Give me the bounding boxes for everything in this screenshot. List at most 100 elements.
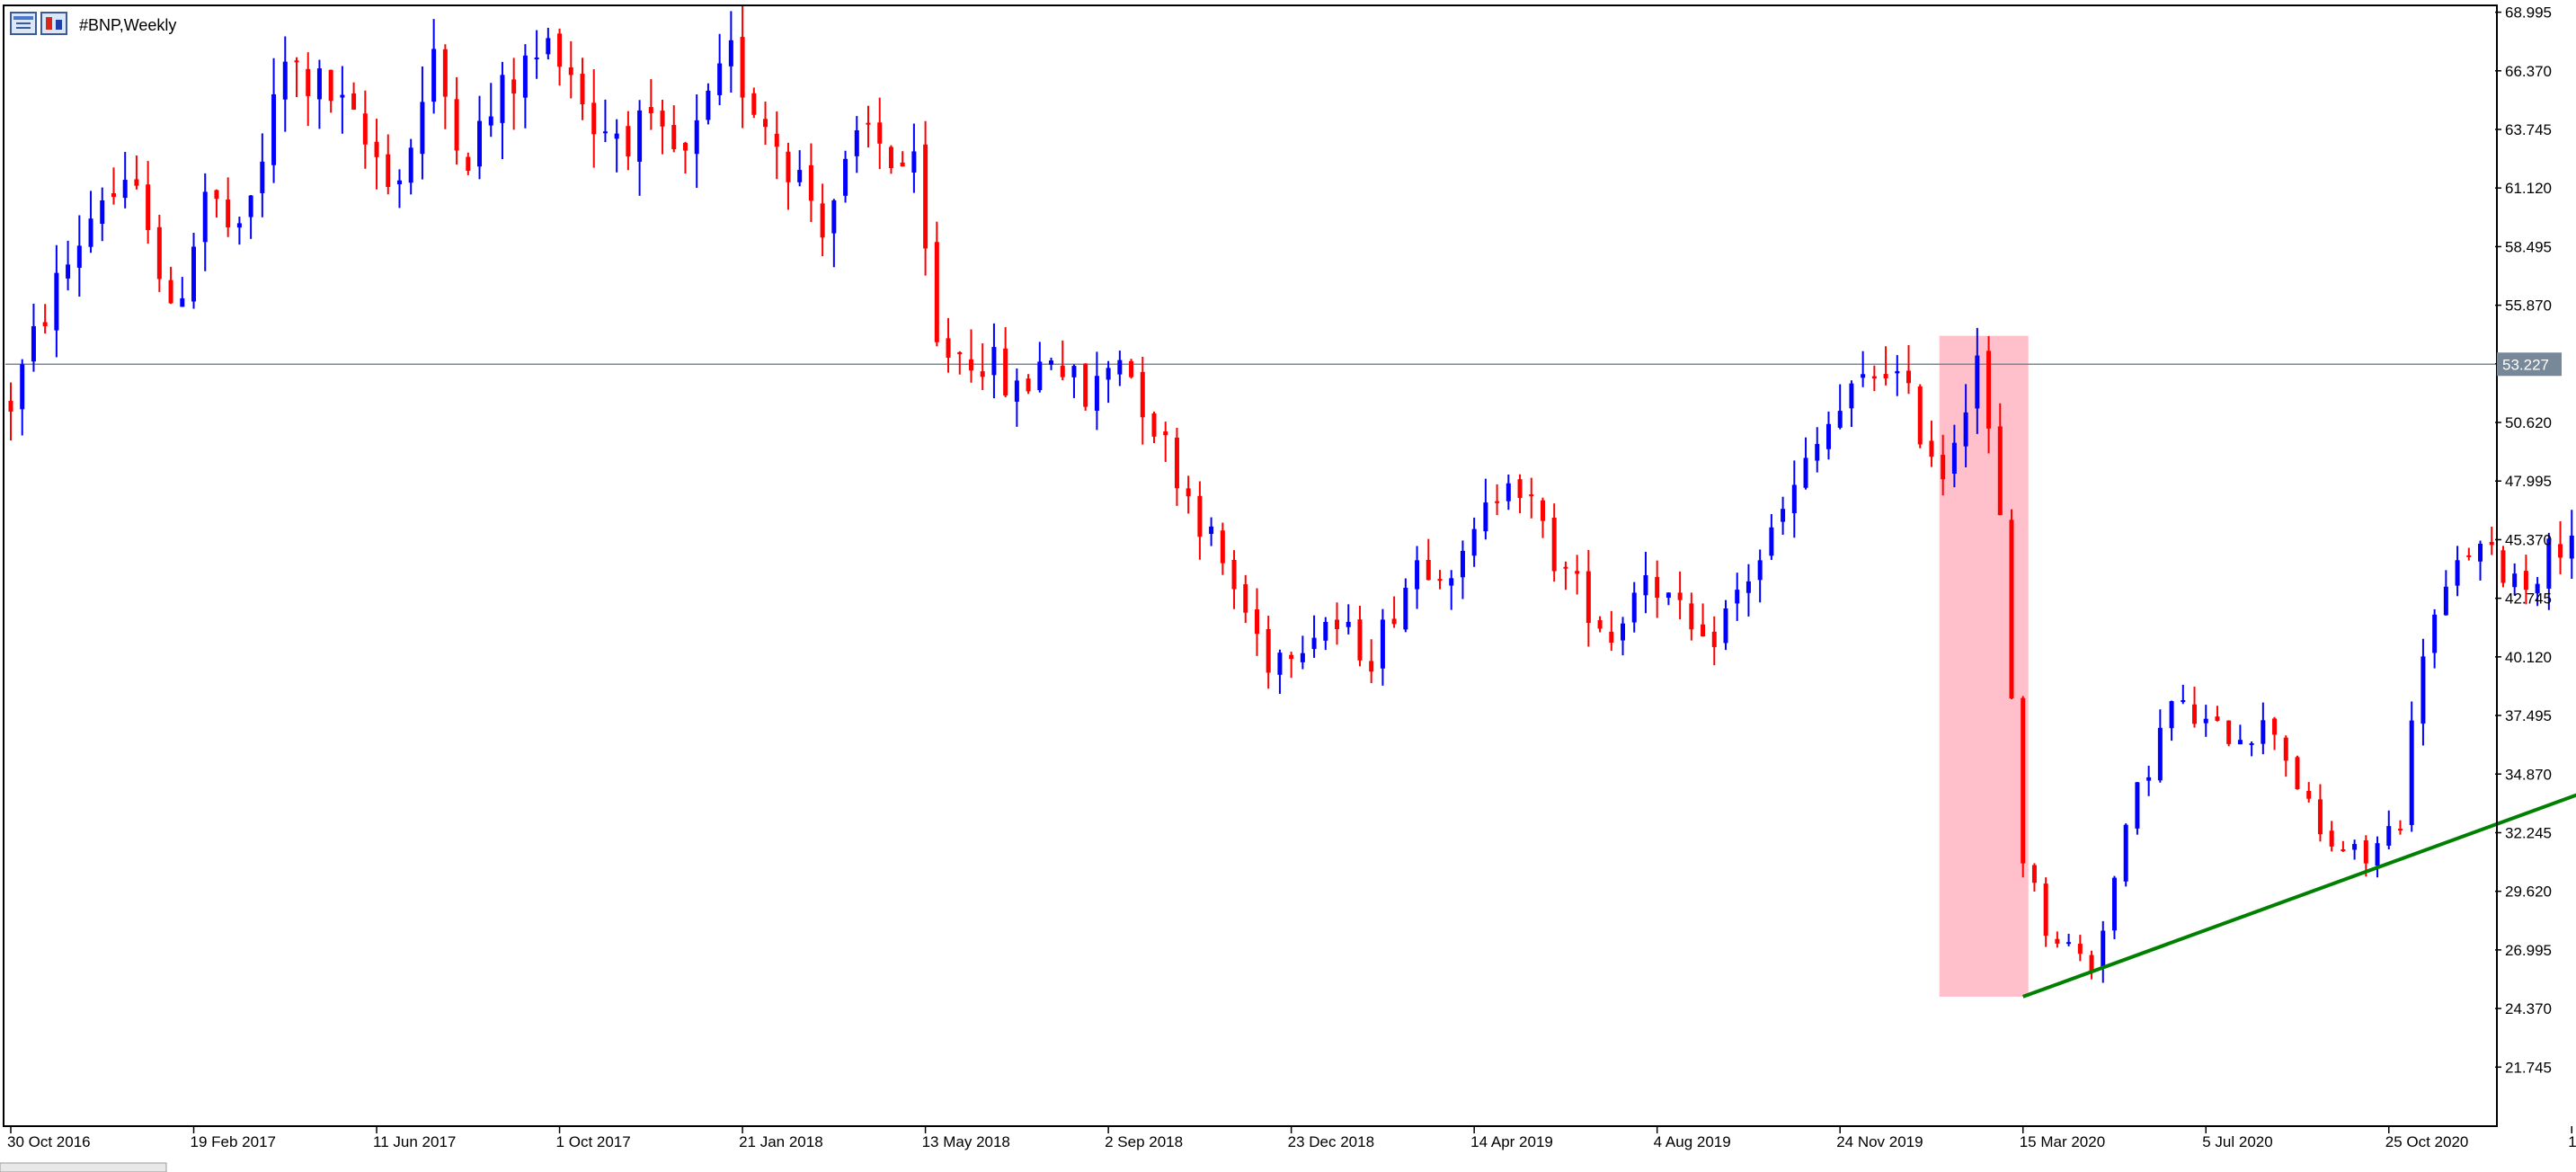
candle-body [31, 325, 36, 362]
candle-body [1757, 560, 1763, 581]
candle-body [386, 154, 391, 188]
candle-body [1745, 581, 1751, 593]
chart-header: #BNP,Weekly [10, 12, 176, 35]
x-tick-label: 14 Apr 2019 [1470, 1133, 1553, 1150]
y-tick-label: 63.745 [2505, 121, 2552, 138]
candle-body [1643, 574, 1648, 596]
candle-body [2203, 718, 2208, 724]
candle-body [282, 61, 288, 100]
candle-body [2043, 883, 2048, 937]
candle-body [1415, 560, 1420, 590]
candle-body [2009, 519, 2014, 699]
y-tick-label: 26.995 [2505, 942, 2552, 959]
candle-body [557, 33, 563, 67]
candle-body [2055, 938, 2060, 944]
candle-body [351, 93, 357, 110]
candle-body [511, 79, 517, 94]
candle-body [1963, 412, 1968, 447]
candle-body [900, 162, 905, 167]
candle-body [2558, 544, 2563, 558]
candle-body [694, 120, 699, 155]
candle-body [1701, 624, 1706, 637]
y-tick-label: 29.620 [2505, 883, 2552, 901]
candle-body [614, 133, 619, 139]
candle-body [2569, 535, 2574, 559]
candle-body [923, 144, 928, 249]
price-chart[interactable]: 68.995 66.370 63.745 61.120 58.495 55.870 53.2… [0, 0, 2576, 1172]
chart-tab-strip[interactable] [0, 1162, 167, 1172]
candle-body [568, 67, 573, 75]
candle-body [1277, 653, 1283, 675]
y-tick-label: 55.870 [2505, 297, 2552, 315]
candle-body [1517, 479, 1523, 499]
candle-body [1426, 559, 1431, 581]
candle-body [2261, 720, 2266, 744]
candle-body [2443, 586, 2448, 616]
candle-body [877, 122, 883, 144]
candle-body [1106, 368, 1111, 380]
candle-body [214, 190, 219, 200]
candle-body [1609, 631, 1614, 644]
y-tick-label: 66.370 [2505, 63, 2552, 80]
candle-body [1300, 653, 1305, 662]
candle-body [957, 351, 963, 355]
candle-body [1529, 494, 1534, 497]
candle-body [751, 93, 757, 115]
candle-body [1049, 360, 1054, 365]
y-tick-label: 45.370 [2505, 531, 2552, 548]
y-tick-label: 61.120 [2505, 180, 2552, 197]
chart-window[interactable]: 68.995 66.370 63.745 61.120 58.495 55.870 53.2… [0, 0, 2576, 1172]
candle-body [1231, 559, 1237, 590]
candle-body [1597, 619, 1603, 629]
candle-body [2523, 571, 2528, 590]
candle-body [431, 49, 437, 102]
candle-body [1941, 455, 1946, 480]
candle-body [1631, 592, 1637, 623]
candle-body [1551, 518, 1557, 572]
candle-body [1357, 619, 1363, 661]
candle-body [968, 359, 973, 371]
candle-body [396, 180, 402, 184]
candle-body [76, 245, 82, 268]
candle-body [946, 338, 951, 358]
x-tick-label: 15 Mar 2020 [2020, 1133, 2105, 1150]
candle-body [648, 107, 653, 114]
candle-body [1186, 488, 1191, 497]
y-tick-label: 58.495 [2505, 238, 2552, 255]
candle-body [1220, 530, 1225, 564]
candle-body [168, 280, 173, 304]
candle-body [831, 200, 837, 234]
candle-body [626, 126, 631, 157]
candle-body [1871, 376, 1877, 379]
candle-body [728, 40, 733, 67]
x-tick-label: 14 Feb 2021 [2568, 1133, 2576, 1150]
crash-zone-highlight[interactable] [1939, 335, 2029, 997]
candle-body [202, 191, 208, 243]
candle-body [2123, 824, 2128, 882]
candle-body [248, 195, 253, 218]
candle-body [1825, 423, 1831, 449]
candle-body [2500, 550, 2506, 583]
candle-body [1437, 579, 1443, 582]
candle-body [1369, 661, 1374, 672]
candle-body [820, 203, 825, 238]
x-tick-label: 24 Nov 2019 [1836, 1133, 1923, 1150]
symbol-icon [40, 12, 67, 35]
candle-body [1266, 629, 1271, 673]
chart-window-icon [10, 12, 37, 35]
candle-body [2101, 930, 2106, 968]
candle-body [2215, 716, 2220, 722]
candle-body [1803, 457, 1808, 488]
candle-body [226, 200, 231, 227]
candle-body [1506, 483, 1511, 502]
candle-body [1197, 495, 1203, 537]
candle-body [1655, 577, 1660, 599]
candle-body [1861, 374, 1866, 378]
x-tick-label: 11 Jun 2017 [373, 1133, 456, 1150]
candle-body [522, 55, 528, 98]
candle-body [42, 322, 48, 326]
candle-body [1026, 378, 1031, 392]
candle-body [706, 90, 711, 120]
candle-body [911, 151, 917, 173]
candle-body [1151, 413, 1157, 437]
